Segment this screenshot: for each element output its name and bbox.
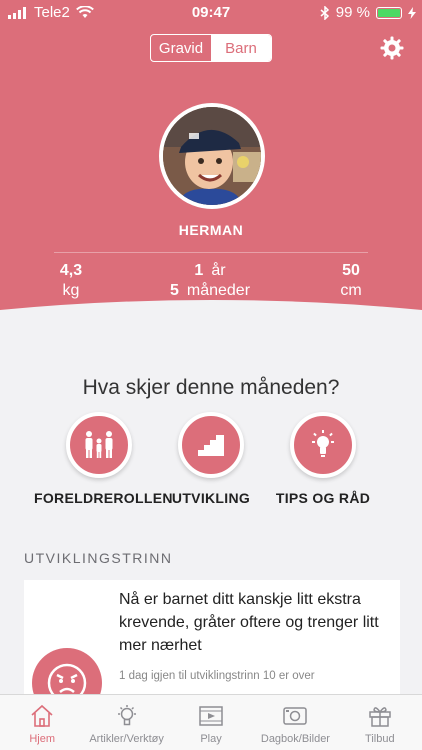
category-utvikling[interactable]: UTVIKLING (146, 412, 276, 506)
header-divider (54, 252, 368, 253)
card-text: Nå er barnet ditt kanskje litt ekstra kr… (119, 591, 379, 654)
home-icon (31, 704, 53, 727)
tab-hjem[interactable]: Hjem (0, 695, 84, 750)
tab-tilbud[interactable]: Tilbud (338, 695, 422, 750)
weight-stat: 4,3 kg (46, 262, 96, 300)
toggle-barn[interactable]: Barn (211, 35, 271, 61)
gift-icon (369, 707, 391, 727)
stairs-icon (198, 435, 224, 456)
tab-label: Dagbok/Bilder (260, 733, 330, 745)
age-months: 5 (169, 282, 179, 299)
tab-label: Tilbud (365, 733, 395, 745)
category-label: TIPS OG RÅD (275, 490, 371, 506)
height-stat: 50 cm (326, 262, 376, 300)
tab-bar: Hjem Artikler/Verktøy Play Dagbok/Bilder (0, 694, 422, 750)
battery-icon (376, 6, 402, 19)
category-foreldrerollen[interactable]: FORELDREROLLEN (34, 412, 173, 506)
play-icon (199, 706, 223, 726)
camera-icon (283, 707, 308, 725)
tab-dagbok[interactable]: Dagbok/Bilder (253, 695, 337, 750)
parents-icon (85, 431, 113, 458)
weight-value: 4,3 (59, 262, 83, 279)
category-tips[interactable]: TIPS OG RÅD (258, 412, 388, 506)
tab-play[interactable]: Play (169, 695, 253, 750)
header-curve (0, 300, 422, 330)
age-years: 1 (194, 262, 204, 279)
toggle-gravid[interactable]: Gravid (151, 35, 211, 61)
charging-icon (408, 6, 416, 19)
weight-unit: kg (62, 282, 80, 299)
tab-label: Play (200, 733, 222, 745)
lightbulb-icon (312, 430, 334, 457)
height-unit: cm (340, 282, 362, 299)
age-months-unit: måneder (186, 282, 251, 299)
tab-label: Hjem (29, 733, 56, 745)
bluetooth-icon (320, 5, 329, 20)
tab-artikler[interactable]: Artikler/Verktøy (84, 695, 168, 750)
section-title: UTVIKLINGSTRINN (24, 550, 173, 566)
height-value: 50 (342, 262, 360, 279)
age-years-unit: år (211, 262, 226, 279)
child-photo (163, 107, 261, 205)
category-label: UTVIKLING (171, 490, 251, 506)
tab-label: Artikler/Verktøy (89, 733, 164, 745)
age-stat: 1 år 5 måneder (140, 262, 280, 300)
lightbulb-icon (117, 705, 136, 726)
child-name: HERMAN (178, 222, 244, 238)
month-question: Hva skjer denne måneden? (82, 376, 340, 399)
battery-percent: 99 % (335, 4, 370, 21)
mode-toggle[interactable]: Gravid Barn (150, 34, 272, 62)
card-subtext: 1 dag igjen til utviklingstrinn 10 er ov… (119, 670, 315, 682)
gear-icon[interactable] (380, 36, 404, 60)
child-avatar[interactable] (159, 103, 265, 209)
status-bar: Tele2 09:47 99 % (0, 0, 422, 24)
category-label: FORELDREROLLEN (34, 490, 173, 506)
